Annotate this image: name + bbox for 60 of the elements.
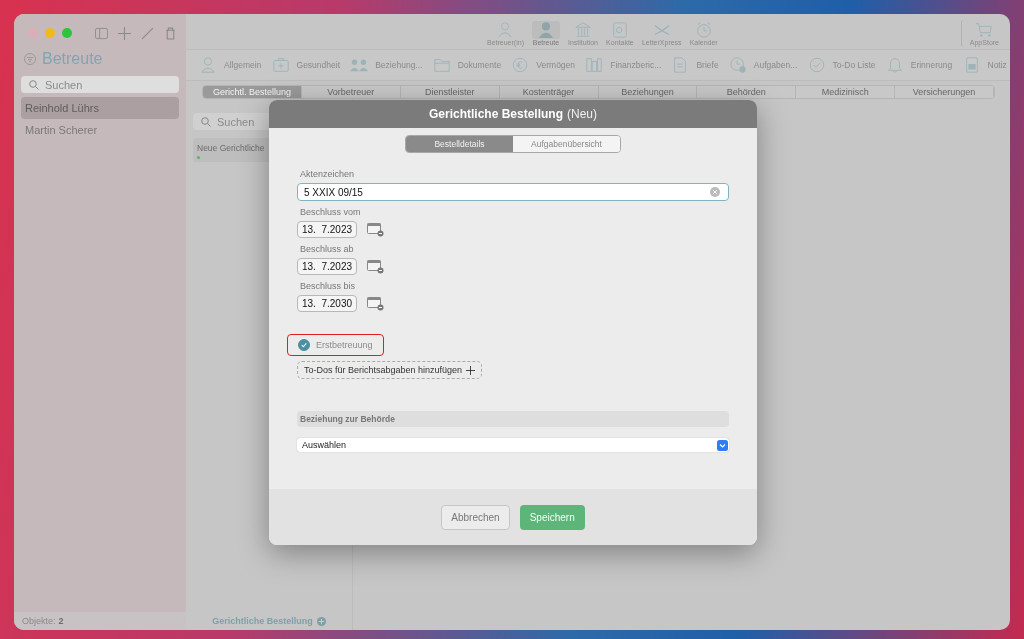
category-button[interactable]: To-Do Liste	[804, 56, 879, 74]
coin-icon	[511, 56, 530, 74]
sidebar-item[interactable]: Reinhold Lührs	[21, 97, 179, 119]
sidebar-toggle-icon[interactable]	[95, 26, 108, 40]
add-order-button[interactable]: Gerichtliche Bestellung	[186, 612, 352, 630]
dialog-tab[interactable]: Bestelldetails	[406, 136, 513, 152]
date-field[interactable]: 13. 7.2023	[297, 221, 358, 238]
add-todos-button[interactable]: To-Dos für Berichtsabgaben hinzufügen	[297, 361, 483, 379]
maximize-button[interactable]	[62, 28, 72, 38]
date-field[interactable]: 13. 7.2030	[297, 295, 358, 312]
bell-icon	[885, 56, 904, 74]
folder-icon	[432, 56, 451, 74]
category-button[interactable]: Briefe	[668, 56, 722, 74]
person-icon	[199, 56, 217, 74]
list-item-title: Neue Gerichtliche	[197, 143, 266, 153]
chevron-down-icon	[717, 439, 728, 451]
calendar-icon[interactable]	[367, 296, 385, 311]
checkmark-icon	[807, 56, 826, 74]
chart-icon	[585, 56, 604, 74]
category-button[interactable]: Finanzberic...	[582, 56, 665, 74]
authority-select[interactable]: Auswählen	[297, 438, 729, 452]
plus-icon	[466, 365, 476, 375]
check-circle-icon	[298, 339, 310, 351]
field-label: Beschluss bis	[300, 281, 357, 291]
dialog-title: Gerichtliche Bestellung (Neu)	[269, 100, 757, 128]
save-button[interactable]: Speichern	[519, 504, 585, 530]
plus-circle-icon	[316, 616, 326, 626]
clock-icon	[728, 56, 747, 74]
object-count: 2	[58, 616, 64, 626]
person-icon	[531, 21, 560, 39]
medical-case-icon	[271, 56, 290, 74]
search-field[interactable]: Suchen	[21, 76, 179, 93]
date-field[interactable]: 13. 7.2023	[297, 258, 358, 275]
dialog-tab[interactable]: Aufgabenübersicht	[513, 136, 620, 152]
category-button[interactable]: Dokumente	[429, 56, 505, 74]
calendar-icon[interactable]	[367, 259, 385, 274]
clear-icon[interactable]	[710, 187, 720, 197]
field-label: Beschluss ab	[300, 244, 355, 254]
section-header: Beziehung zur Behörde	[297, 411, 729, 427]
search-icon	[201, 116, 211, 127]
calendar-icon[interactable]	[367, 222, 385, 237]
sidebar-item[interactable]: Martin Scherer	[21, 119, 179, 141]
object-count-label: Objekte:	[22, 616, 56, 626]
cancel-button[interactable]: Abbrechen	[441, 504, 510, 530]
first-care-checkbox[interactable]: Erstbetreuung	[287, 334, 384, 356]
trash-icon[interactable]	[164, 26, 177, 40]
field-label: Beschluss vom	[300, 207, 362, 217]
add-icon[interactable]	[118, 26, 131, 40]
field-label: Aktenzeichen	[300, 169, 356, 179]
category-button[interactable]: Notiz	[959, 56, 1010, 74]
category-button[interactable]: Beziehung...	[347, 56, 426, 74]
filter-icon[interactable]	[24, 53, 36, 65]
pencil-icon[interactable]	[141, 26, 154, 40]
case-number-field[interactable]: 5 XXIX 09/15	[297, 183, 729, 201]
category-button[interactable]: Vermögen	[508, 56, 579, 74]
section-tab[interactable]: Gerichtl. Bestellung	[203, 86, 302, 98]
category-button[interactable]: Aufgaben...	[725, 56, 801, 74]
minimize-button[interactable]	[45, 28, 55, 38]
search-icon	[29, 79, 39, 90]
sidebar-title: Betreute	[42, 50, 103, 68]
